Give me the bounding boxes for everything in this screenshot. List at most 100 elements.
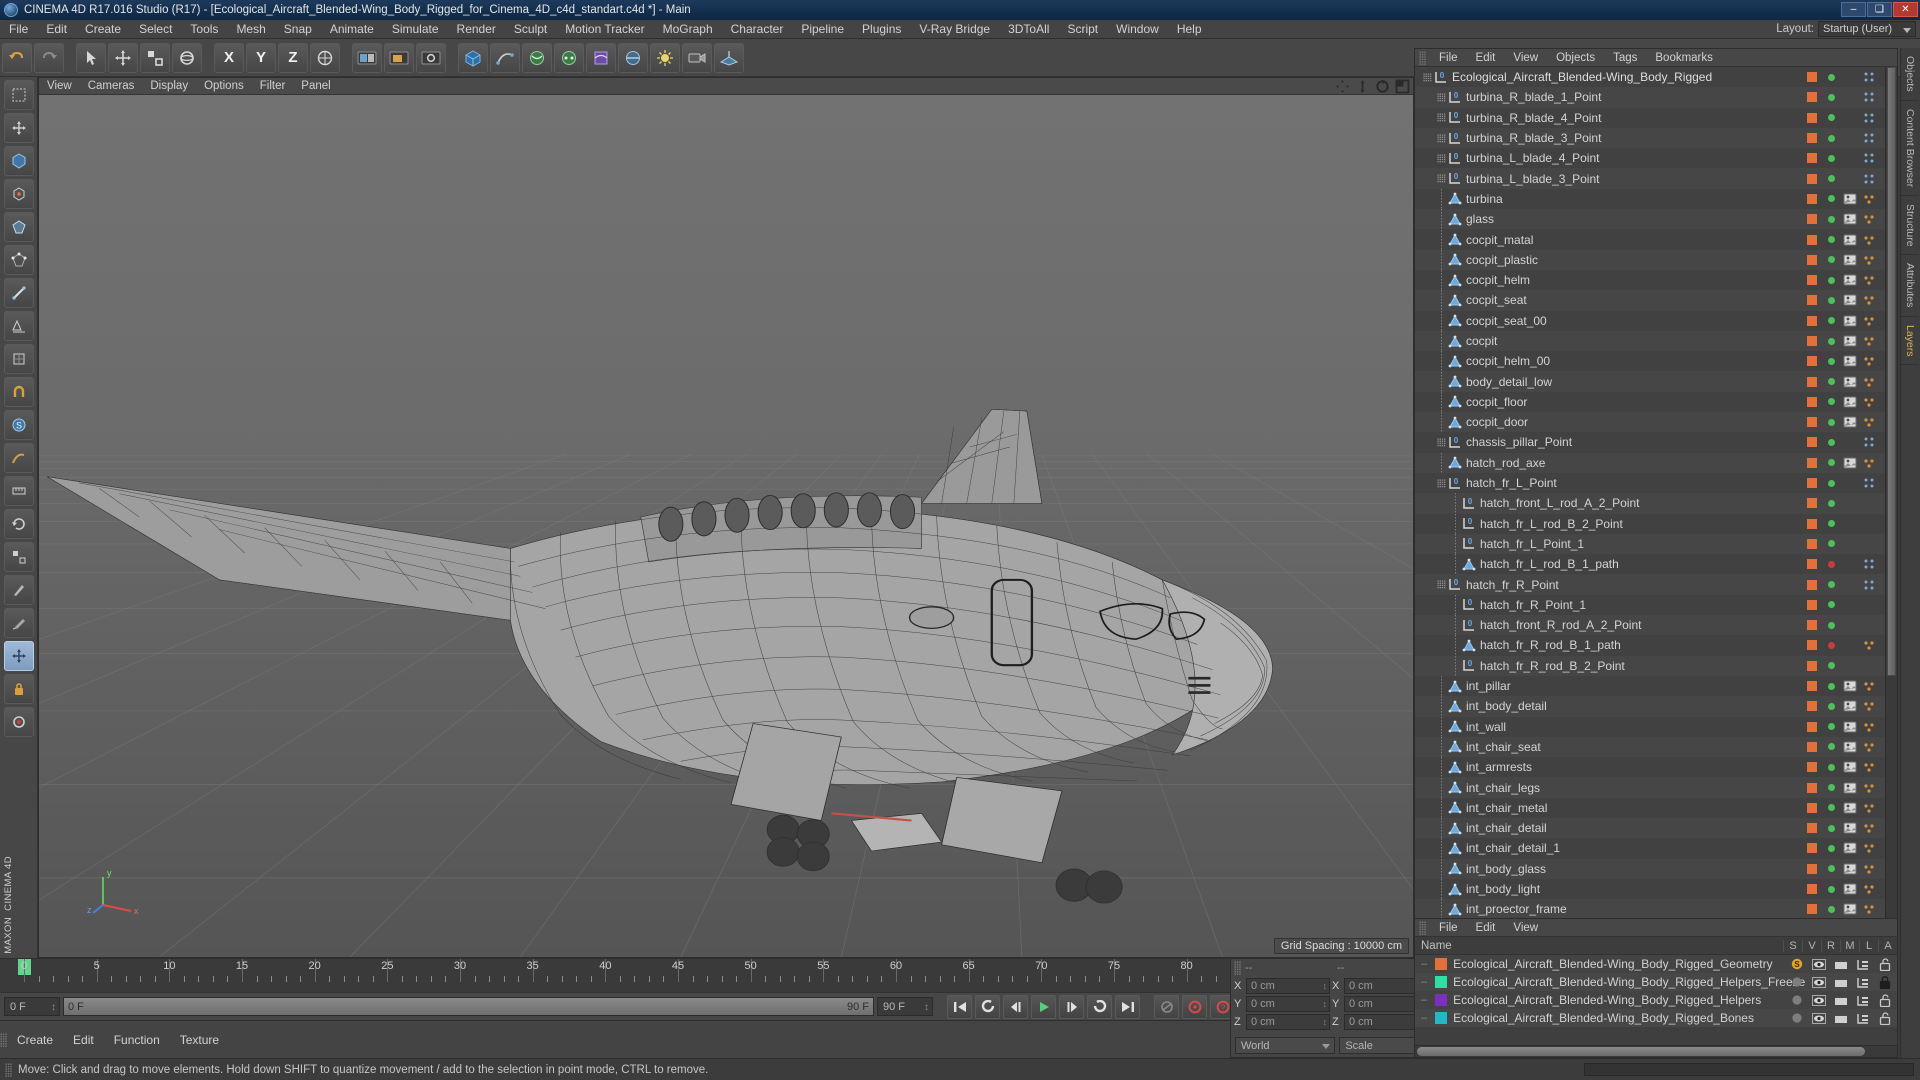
menu-character[interactable]: Character	[722, 20, 793, 39]
render-region-icon[interactable]	[384, 42, 414, 73]
layer-color-square[interactable]	[1804, 823, 1820, 834]
visibility-dot[interactable]	[1823, 743, 1839, 751]
coord-input[interactable]: 0 cm	[1246, 1014, 1330, 1030]
layer-column-r[interactable]: R	[1821, 939, 1840, 952]
visibility-dot[interactable]	[1823, 418, 1839, 426]
layer-color-square[interactable]	[1804, 640, 1820, 651]
object-row[interactable]: int_proector_frame	[1415, 899, 1885, 920]
expand-toggle-icon[interactable]	[1437, 174, 1446, 184]
object-name[interactable]: hatch_fr_R_Point_1	[1480, 598, 1586, 612]
expand-toggle-icon[interactable]	[1437, 113, 1446, 123]
visibility-dot[interactable]	[1823, 296, 1839, 304]
edge-mode-icon[interactable]	[3, 278, 34, 308]
nurbs-generator-icon[interactable]	[522, 42, 552, 73]
menu-sculpt[interactable]: Sculpt	[505, 20, 556, 39]
timeline-ruler[interactable]: 051015202530354045505560657075808590	[0, 959, 1354, 992]
visibility-dot[interactable]	[1823, 662, 1839, 670]
extra-tag-icon[interactable]	[1861, 436, 1877, 448]
object-row[interactable]: cocpit	[1415, 330, 1885, 352]
object-row[interactable]: 0 hatch_fr_R_Point	[1415, 574, 1885, 595]
visibility-dot[interactable]	[1823, 479, 1839, 487]
object-row[interactable]: 0 hatch_fr_L_Point_1	[1415, 533, 1885, 555]
extra-tag-icon[interactable]	[1861, 234, 1877, 246]
layer-column-s[interactable]: S	[1783, 939, 1802, 952]
object-row[interactable]: hatch_rod_axe	[1415, 452, 1885, 473]
extra-tag-icon[interactable]	[1861, 721, 1877, 733]
expand-toggle-icon[interactable]	[1437, 580, 1446, 590]
object-name[interactable]: hatch_fr_L_Point_1	[1480, 537, 1584, 551]
layer-color-square[interactable]	[1804, 295, 1820, 306]
coord-input[interactable]: 0 cm	[1246, 996, 1330, 1012]
object-name[interactable]: turbina	[1466, 192, 1503, 206]
step-forward-frame-icon[interactable]	[1059, 994, 1084, 1019]
texture-tag-icon[interactable]	[1842, 274, 1858, 286]
extra-tag-icon[interactable]	[1861, 132, 1877, 144]
viewport-menu-display[interactable]: Display	[142, 78, 196, 95]
deformer-icon[interactable]	[586, 42, 616, 73]
object-name[interactable]: hatch_fr_L_rod_B_2_Point	[1480, 517, 1623, 531]
visibility-dot[interactable]	[1823, 317, 1839, 325]
layer-color-square[interactable]	[1804, 762, 1820, 773]
extra-tag-icon[interactable]	[1861, 315, 1877, 327]
visibility-dot[interactable]	[1823, 601, 1839, 609]
visibility-dot[interactable]	[1823, 154, 1839, 162]
layer-name[interactable]: Ecological_Aircraft_Blended-Wing_Body_Ri…	[1453, 957, 1773, 971]
viewport-canvas[interactable]: Perspective	[39, 95, 1413, 957]
layer-visibility-toggle[interactable]	[1810, 1012, 1827, 1024]
extra-tag-icon[interactable]	[1861, 579, 1877, 591]
visibility-dot[interactable]	[1823, 93, 1839, 101]
current-frame-field[interactable]: 0 F	[4, 997, 60, 1017]
layer-color-square[interactable]	[1804, 579, 1820, 590]
layer-color-square[interactable]	[1804, 336, 1820, 346]
menu-snap[interactable]: Snap	[275, 20, 321, 39]
knife-icon[interactable]	[3, 575, 34, 605]
visibility-dot[interactable]	[1823, 641, 1839, 649]
scale-tool-icon[interactable]	[3, 542, 34, 572]
magnet-icon[interactable]	[3, 377, 34, 407]
material-menu-function[interactable]: Function	[104, 1033, 170, 1047]
layer-render-toggle[interactable]	[1832, 959, 1849, 970]
menu-mograph[interactable]: MoGraph	[654, 20, 722, 39]
object-name[interactable]: cocpit_seat	[1466, 293, 1527, 307]
viewport-menu-filter[interactable]: Filter	[252, 78, 294, 95]
layer-color-square[interactable]	[1804, 559, 1820, 570]
object-name[interactable]: cocpit_plastic	[1466, 253, 1538, 267]
visibility-dot[interactable]	[1823, 763, 1839, 771]
maximize-view-icon[interactable]	[1395, 79, 1410, 94]
visibility-dot[interactable]	[1823, 398, 1839, 406]
object-name[interactable]: cocpit_matal	[1466, 233, 1533, 247]
menu-file[interactable]: File	[0, 20, 37, 39]
object-row[interactable]: 0 turbina_R_blade_3_Point	[1415, 127, 1885, 149]
modeling-axis-icon[interactable]	[3, 641, 34, 671]
layer-color-square[interactable]	[1804, 538, 1820, 549]
visibility-dot[interactable]	[1823, 723, 1839, 731]
texture-tag-icon[interactable]	[1842, 802, 1858, 814]
texture-tag-icon[interactable]	[1842, 234, 1858, 246]
step-back-keyframe-icon[interactable]	[975, 994, 1000, 1019]
maximize-button[interactable]: ❑	[1867, 2, 1892, 17]
record-keyframe-icon[interactable]	[3, 707, 34, 737]
layer-color-square[interactable]	[1804, 457, 1820, 468]
preview-range-slider[interactable]: 0 F 90 F	[63, 997, 874, 1016]
visibility-dot[interactable]	[1823, 276, 1839, 284]
layer-visibility-toggle[interactable]	[1810, 976, 1827, 988]
object-row[interactable]: 0 hatch_fr_L_rod_B_2_Point	[1415, 513, 1885, 534]
extra-tag-icon[interactable]	[1861, 376, 1877, 388]
object-name[interactable]: cocpit_seat_00	[1466, 314, 1547, 328]
visibility-dot[interactable]	[1823, 885, 1839, 893]
layer-render-toggle[interactable]	[1832, 995, 1849, 1006]
extra-tag-icon[interactable]	[1861, 842, 1877, 854]
texture-tag-icon[interactable]	[1842, 842, 1858, 854]
layer-color-square[interactable]	[1804, 275, 1820, 286]
texture-tag-icon[interactable]	[1842, 883, 1858, 895]
layer-color-square[interactable]	[1804, 721, 1820, 732]
material-menu-create[interactable]: Create	[7, 1033, 63, 1047]
objmgr-menu-objects[interactable]: Objects	[1547, 49, 1604, 67]
layer-column-m[interactable]: M	[1840, 939, 1859, 952]
menu-pipeline[interactable]: Pipeline	[792, 20, 853, 39]
menu-script[interactable]: Script	[1058, 20, 1107, 39]
object-name[interactable]: glass	[1466, 212, 1494, 226]
environment-icon[interactable]	[618, 42, 648, 73]
record-active-objects-icon[interactable]	[1182, 994, 1207, 1019]
layer-color-square[interactable]	[1804, 254, 1820, 265]
